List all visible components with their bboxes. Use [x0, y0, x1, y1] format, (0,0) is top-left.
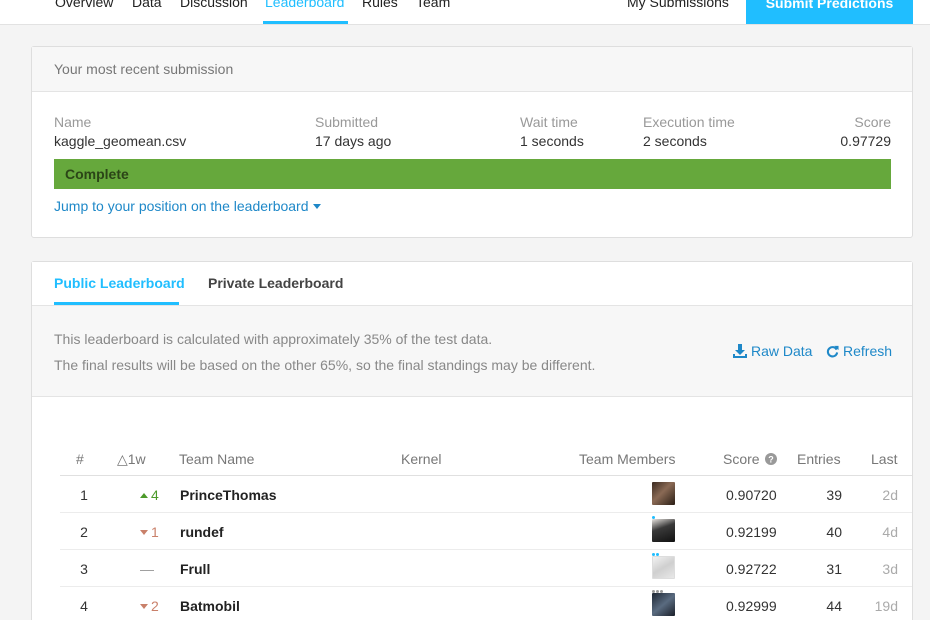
table-row[interactable]: 4 2 Batmobil 0.92999 44 19d — [60, 587, 912, 620]
last-cell: 4d — [882, 524, 898, 540]
wait-time-label: Wait time — [520, 114, 578, 130]
refresh-label: Refresh — [843, 343, 893, 359]
rank-cell: 1 — [80, 487, 88, 503]
raw-data-button[interactable]: Raw Data — [733, 343, 812, 359]
help-icon[interactable]: ? — [765, 453, 778, 465]
column-kernel: Kernel — [401, 451, 442, 467]
submission-status-bar: Complete — [54, 159, 891, 189]
submission-panel-header: Your most recent submission — [32, 47, 912, 92]
table-row[interactable]: 3 — Frull 0.92722 31 3d — [60, 550, 912, 593]
change-value: 2 — [151, 598, 159, 614]
tab-public-leaderboard[interactable]: Public Leaderboard — [54, 275, 185, 291]
submitted-value: 17 days ago — [315, 133, 392, 149]
column-rank: # — [76, 451, 84, 467]
execution-time-value: 2 seconds — [643, 133, 707, 149]
entries-cell: 40 — [826, 524, 842, 540]
change-cell: 4 — [140, 487, 159, 503]
avatar[interactable] — [652, 482, 675, 505]
column-team-members: Team Members — [579, 451, 676, 467]
change-value: 1 — [151, 524, 159, 540]
submission-score-value: 0.97729 — [840, 133, 891, 149]
entries-cell: 31 — [826, 561, 842, 577]
jump-to-position-link[interactable]: Jump to your position on the leaderboard — [54, 198, 321, 214]
last-cell: 19d — [874, 598, 898, 614]
team-name-cell[interactable]: rundef — [180, 524, 224, 540]
entries-cell: 39 — [826, 487, 842, 503]
score-cell: 0.92199 — [726, 524, 777, 540]
change-cell: — — [140, 561, 154, 577]
rank-cell: 3 — [80, 561, 88, 577]
team-name-cell[interactable]: Batmobil — [180, 598, 240, 614]
change-cell: 2 — [140, 598, 159, 614]
table-row[interactable]: 2 1 rundef 0.92199 40 4d — [60, 513, 912, 556]
column-team-name[interactable]: Team Name — [179, 451, 254, 467]
tab-rules[interactable]: Rules — [362, 0, 398, 10]
score-label: Score — [854, 114, 891, 130]
leaderboard-tab-indicator — [54, 302, 179, 305]
jump-link-label: Jump to your position on the leaderboard — [54, 198, 309, 214]
team-name-cell[interactable]: PrinceThomas — [180, 487, 276, 503]
tab-discussion[interactable]: Discussion — [180, 0, 248, 10]
column-entries: Entries — [797, 451, 841, 467]
last-cell: 3d — [882, 561, 898, 577]
avatar[interactable] — [652, 519, 675, 542]
name-label: Name — [54, 114, 92, 130]
raw-data-label: Raw Data — [751, 343, 813, 359]
last-cell: 2d — [882, 487, 898, 503]
tab-team[interactable]: Team — [416, 0, 450, 10]
member-tier-dots — [652, 543, 666, 556]
member-tier-dots — [652, 580, 666, 593]
team-name-cell[interactable]: Frull — [180, 561, 210, 577]
score-cell: 0.90720 — [726, 487, 777, 503]
refresh-icon — [826, 345, 839, 358]
wait-time-value: 1 seconds — [520, 133, 584, 149]
tab-data[interactable]: Data — [132, 0, 162, 10]
member-tier-dots — [652, 506, 666, 519]
leaderboard-tabs: Public Leaderboard Private Leaderboard — [32, 262, 912, 306]
leaderboard-info: This leaderboard is calculated with appr… — [32, 306, 912, 397]
arrow-down-icon — [140, 604, 148, 609]
submit-predictions-button[interactable]: Submit Predictions — [746, 0, 913, 24]
recent-submission-panel: Your most recent submission Name kaggle_… — [31, 46, 913, 238]
tab-private-leaderboard[interactable]: Private Leaderboard — [208, 275, 343, 291]
leaderboard-panel: Public Leaderboard Private Leaderboard T… — [31, 261, 913, 620]
column-score[interactable]: Score ? — [723, 451, 778, 467]
tab-leaderboard[interactable]: Leaderboard — [265, 0, 344, 10]
score-cell: 0.92999 — [726, 598, 777, 614]
submission-file-name: kaggle_geomean.csv — [54, 133, 187, 149]
competition-nav: Overview Data Discussion Leaderboard Rul… — [0, 0, 930, 25]
submitted-label: Submitted — [315, 114, 379, 130]
tab-overview[interactable]: Overview — [55, 0, 113, 10]
rank-cell: 2 — [80, 524, 88, 540]
arrow-up-icon — [140, 493, 148, 498]
active-tab-indicator — [263, 21, 348, 24]
info-line-1: This leaderboard is calculated with appr… — [54, 331, 493, 347]
avatar[interactable] — [652, 593, 675, 616]
entries-cell: 44 — [826, 598, 842, 614]
submission-panel-title: Your most recent submission — [54, 61, 234, 77]
rank-cell: 4 — [80, 598, 88, 614]
table-row[interactable]: 1 4 PrinceThomas 0.90720 39 2d — [60, 476, 912, 519]
caret-down-icon — [312, 204, 321, 209]
column-last: Last — [871, 451, 898, 467]
download-icon — [733, 344, 747, 358]
change-cell: 1 — [140, 524, 159, 540]
change-value: 4 — [151, 487, 159, 503]
svg-text:?: ? — [769, 455, 775, 465]
info-line-2: The final results will be based on the o… — [54, 357, 596, 373]
my-submissions-link[interactable]: My Submissions — [627, 0, 729, 10]
column-change: △1w — [117, 451, 146, 467]
arrow-down-icon — [140, 530, 148, 535]
avatar[interactable] — [652, 556, 675, 579]
status-text: Complete — [65, 166, 129, 182]
refresh-button[interactable]: Refresh — [826, 343, 892, 359]
execution-time-label: Execution time — [643, 114, 735, 130]
score-cell: 0.92722 — [726, 561, 777, 577]
score-column-label: Score — [723, 451, 760, 467]
